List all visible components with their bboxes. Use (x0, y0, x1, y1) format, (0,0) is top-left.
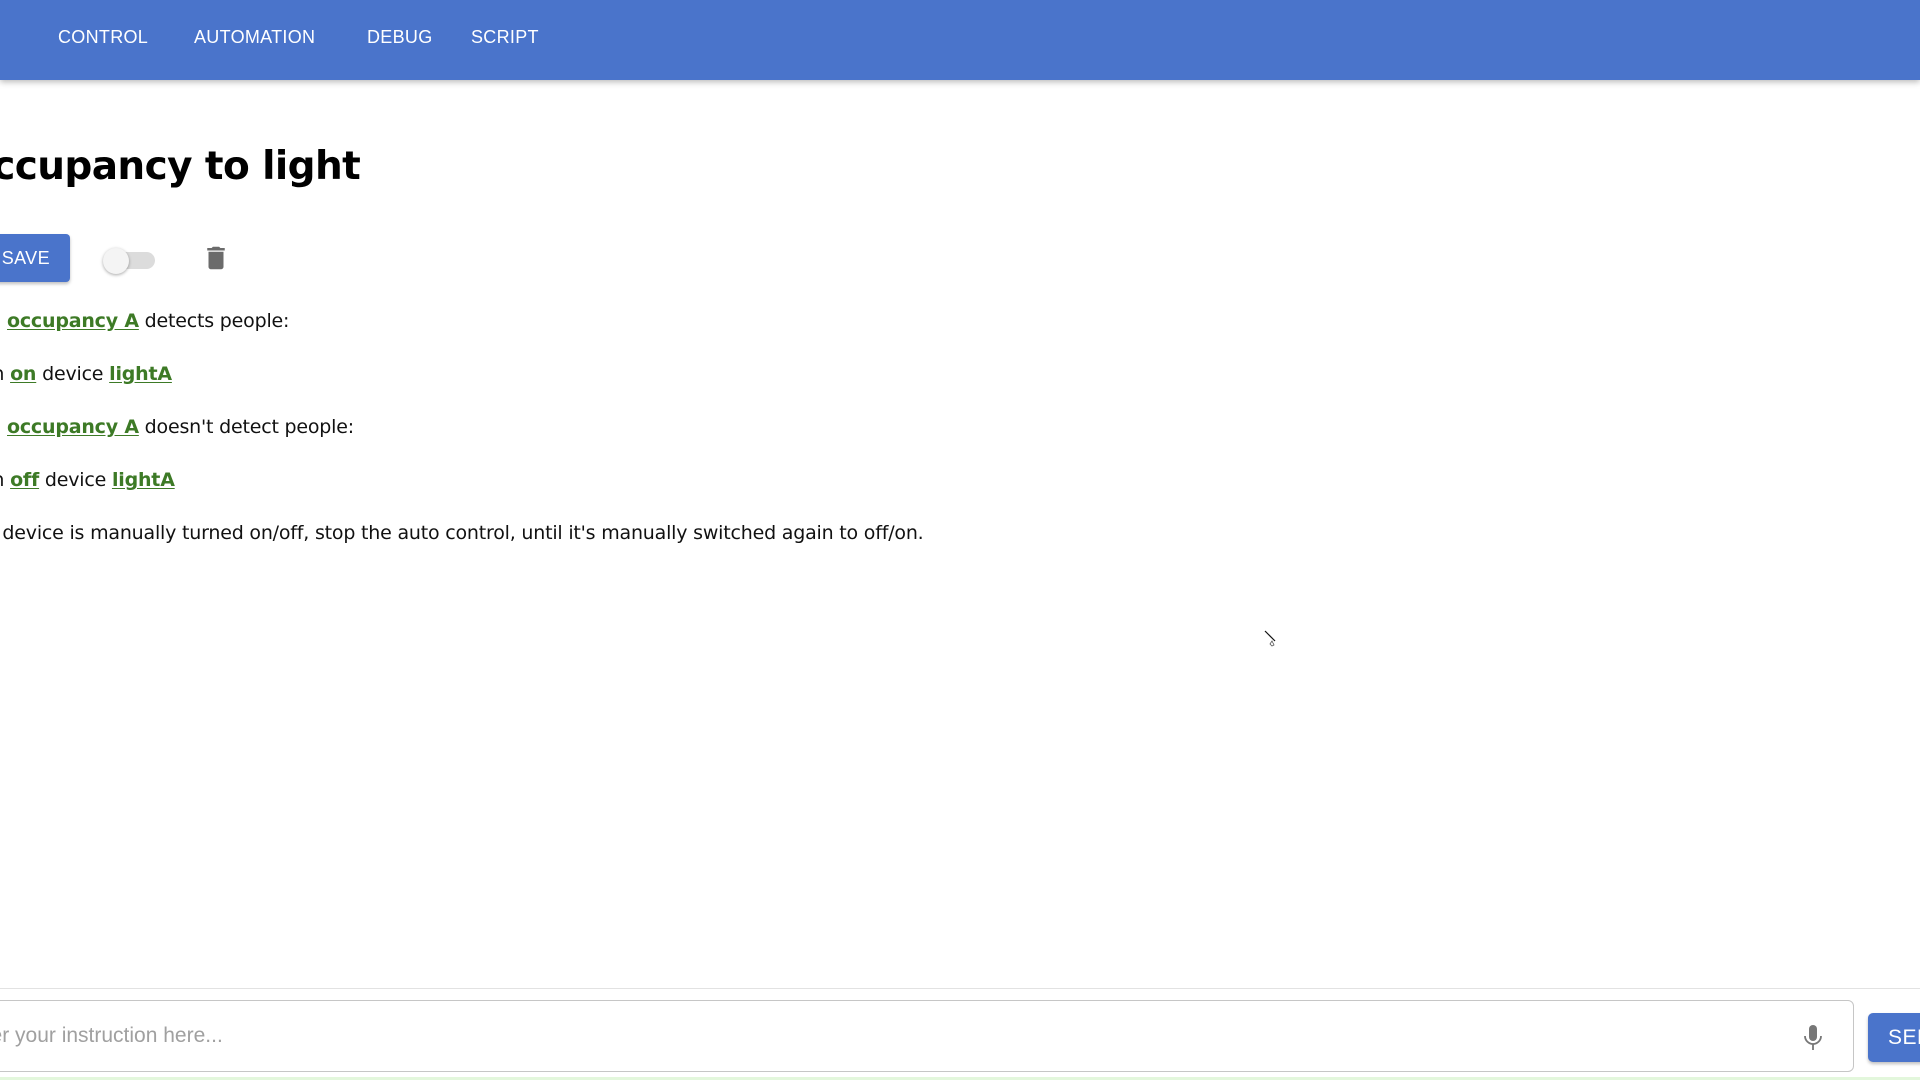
nav-tab-script[interactable]: SCRIPT (471, 0, 539, 74)
rule-text: doesn't detect people: (138, 416, 354, 438)
rule-text: the device is manually turned on/off, st… (0, 522, 924, 544)
nav-tab-control[interactable]: CONTROL (58, 0, 148, 74)
device-link[interactable]: lightA (112, 469, 175, 491)
rule-text: turn (0, 363, 10, 385)
rule-text: hen (0, 416, 7, 438)
voice-input-button[interactable] (1801, 1023, 1825, 1053)
mouse-cursor-icon (1264, 630, 1276, 647)
chat-divider (0, 988, 1920, 989)
send-button[interactable]: SEND (1868, 1013, 1920, 1062)
sensor-link[interactable]: occupancy A (7, 416, 139, 438)
toggle-thumb (103, 248, 129, 274)
rule-action-off: turn off device lightA (0, 469, 175, 491)
rule-trigger-no-detect: hen occupancy A doesn't detect people: (0, 416, 354, 438)
rule-manual-override: the device is manually turned on/off, st… (0, 522, 924, 544)
rule-text: turn (0, 469, 10, 491)
rule-text: hen (0, 310, 7, 332)
instruction-input[interactable] (0, 1001, 1741, 1070)
state-link[interactable]: on (10, 363, 36, 385)
device-link[interactable]: lightA (109, 363, 172, 385)
trash-icon (207, 246, 225, 270)
delete-button[interactable] (201, 243, 231, 273)
save-button[interactable]: SAVE (0, 234, 70, 282)
app-bar: CONTROL AUTOMATION DEBUG SCRIPT (0, 0, 1920, 80)
microphone-icon (1804, 1025, 1822, 1050)
instruction-field (0, 1000, 1854, 1072)
rule-text: device (39, 469, 112, 491)
nav-tab-debug[interactable]: DEBUG (367, 0, 433, 74)
sensor-link[interactable]: occupancy A (7, 310, 139, 332)
state-link[interactable]: off (10, 469, 39, 491)
rule-text: device (36, 363, 110, 385)
rule-trigger-detect: hen occupancy A detects people: (0, 310, 289, 332)
page-title: occupancy to light (0, 144, 361, 189)
rule-action-on: turn on device lightA (0, 363, 172, 385)
nav-tab-automation[interactable]: AUTOMATION (194, 0, 315, 74)
enable-toggle[interactable] (103, 246, 155, 274)
rule-text: detects people: (138, 310, 290, 332)
